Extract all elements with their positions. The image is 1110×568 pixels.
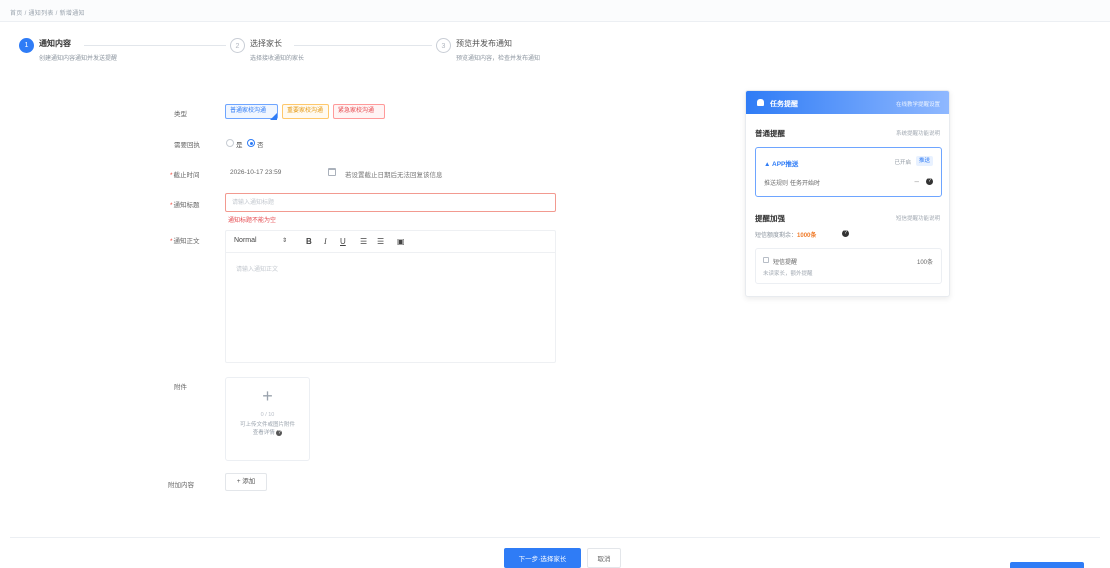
step-3-title: 预览并发布通知 [456, 39, 512, 48]
enhance-reminder-title: 提醒加强 [755, 214, 785, 223]
step-connector [84, 45, 226, 46]
deadline-label-text: 截止时间 [173, 172, 200, 179]
reminder-card-header: 任务提醒 在线教学提醒设置 [746, 91, 949, 114]
reminder-card-title: 任务提醒 [770, 101, 798, 108]
step-2-number: 2 [230, 38, 245, 53]
title-label: *通知标题 [170, 202, 200, 209]
reminder-settings-link[interactable]: 在线教学提醒设置 [896, 100, 940, 108]
title-error: 通知标题不能为空 [228, 218, 277, 224]
sms-quota-label: 短信额度剩余： [755, 233, 798, 239]
sms-reminder-desc: 未读家长，额外提醒 [763, 271, 813, 277]
upload-area[interactable]: + 0 / 10 可上传文件或图片附件 查看详情 ? [225, 377, 310, 461]
body-label: *通知正文 [170, 238, 200, 245]
app-push-pill: 推送 [915, 156, 933, 166]
help-icon[interactable]: ? [926, 178, 933, 185]
step-1-number: 1 [19, 38, 34, 53]
step-1[interactable]: 1 通知内容 创建通知内容通知并发送提醒 [19, 38, 219, 70]
top-bar: 首页 / 通知列表 / 新增通知 [0, 0, 1110, 22]
title-label-text: 通知标题 [173, 202, 200, 209]
next-step-button[interactable]: 下一步·选择家长 [504, 548, 581, 568]
breadcrumb: 首页 / 通知列表 / 新增通知 [10, 11, 85, 17]
enhance-reminder-note[interactable]: 短信提醒功能说明 [896, 214, 940, 222]
step-2[interactable]: 2 选择家长 选择接收通知的家长 [230, 38, 430, 70]
deadline-date-picker[interactable]: 2026-10-17 23:59 [230, 169, 281, 176]
selected-check-icon [270, 113, 277, 120]
sms-reminder-count: 100条 [916, 260, 933, 266]
footer-divider [10, 537, 1100, 538]
body-label-text: 通知正文 [173, 238, 200, 245]
image-icon[interactable]: ▣ [397, 237, 405, 246]
sms-checkbox[interactable] [763, 257, 769, 263]
italic-icon[interactable]: I [324, 237, 327, 246]
calendar-icon[interactable] [328, 168, 336, 176]
rich-text-editor[interactable]: Normal ⇕ B I U ☰ ☰ ▣ 请输入通知正文 [225, 230, 556, 363]
deadline-tip: 若设置截止日期后无法回复该信息 [345, 172, 443, 179]
upload-hint-more: 查看详情 [252, 430, 275, 436]
app-push-option[interactable]: ▲ APP推送 已开启 推送 推送规则 任务开始时 – ? [755, 147, 942, 197]
type-tag-urgent[interactable]: 紧急家校沟通 [333, 104, 385, 119]
extra-content-label: 附加内容 [168, 482, 194, 489]
corner-action-button[interactable] [1010, 562, 1084, 568]
type-label: 类型 [174, 111, 187, 118]
notice-title-input[interactable] [225, 193, 556, 212]
type-tag-important[interactable]: 重要家校沟通 [282, 104, 329, 119]
deadline-label: *截止时间 [170, 172, 200, 179]
plus-icon: + [262, 386, 273, 406]
upload-hint: 可上传文件或图片附件 查看详情 ? [230, 421, 305, 437]
add-extra-button[interactable]: + 添加 [225, 473, 267, 491]
send-rule-label: 推送规则 [764, 181, 789, 187]
dropdown-dash-icon[interactable]: – [915, 177, 919, 186]
upload-count: 0 / 10 [260, 412, 275, 418]
editor-placeholder: 请输入通知正文 [236, 267, 279, 273]
cancel-button[interactable]: 取消 [587, 548, 621, 568]
step-3-number: 3 [436, 38, 451, 53]
editor-toolbar: Normal ⇕ B I U ☰ ☰ ▣ [226, 231, 555, 253]
select-arrow-icon[interactable]: ⇕ [282, 237, 287, 244]
help-icon[interactable]: ? [276, 429, 283, 436]
bell-icon [757, 99, 764, 106]
step-2-desc: 选择接收通知的家长 [250, 56, 305, 62]
sms-reminder-name: 短信提醒 [773, 260, 798, 266]
ordered-list-icon[interactable]: ☰ [360, 237, 367, 246]
receipt-no-label: 否 [257, 142, 264, 149]
receipt-no-radio[interactable] [247, 139, 255, 147]
attachment-label: 附件 [174, 384, 187, 391]
app-push-name-text: APP推送 [772, 161, 799, 168]
receipt-label: 需要回执 [174, 142, 200, 149]
step-3-desc: 预览通知内容，检查并发布通知 [456, 56, 541, 62]
send-rule-select[interactable]: 任务开始时 [790, 178, 820, 187]
app-push-status: 已开启 [894, 160, 911, 166]
underline-icon[interactable]: U [340, 237, 346, 246]
app-push-name: ▲ APP推送 [764, 161, 799, 168]
sms-reminder-option[interactable]: 短信提醒 100条 未读家长，额外提醒 [755, 248, 942, 284]
step-1-title: 通知内容 [39, 39, 71, 48]
receipt-yes-radio[interactable] [226, 139, 234, 147]
font-format-select[interactable]: Normal [234, 237, 257, 244]
step-1-desc: 创建通知内容通知并发送提醒 [39, 56, 118, 62]
bullet-list-icon[interactable]: ☰ [377, 237, 384, 246]
help-icon[interactable]: ? [842, 230, 849, 237]
sms-quota: 短信额度剩余：1000条 [755, 230, 816, 239]
step-connector [294, 45, 432, 46]
reminder-card: 任务提醒 在线教学提醒设置 普通提醒 系统提醒功能说明 ▲ APP推送 已开启 … [745, 90, 950, 297]
normal-reminder-title: 普通提醒 [755, 129, 785, 138]
normal-reminder-note[interactable]: 系统提醒功能说明 [896, 129, 940, 137]
bold-icon[interactable]: B [306, 237, 312, 246]
sms-quota-value: 1000条 [797, 233, 817, 239]
step-2-title: 选择家长 [250, 39, 282, 48]
upload-hint-text: 可上传文件或图片附件 [239, 422, 295, 428]
step-3[interactable]: 3 预览并发布通知 预览通知内容，检查并发布通知 [436, 38, 656, 70]
receipt-yes-label: 是 [236, 142, 243, 149]
